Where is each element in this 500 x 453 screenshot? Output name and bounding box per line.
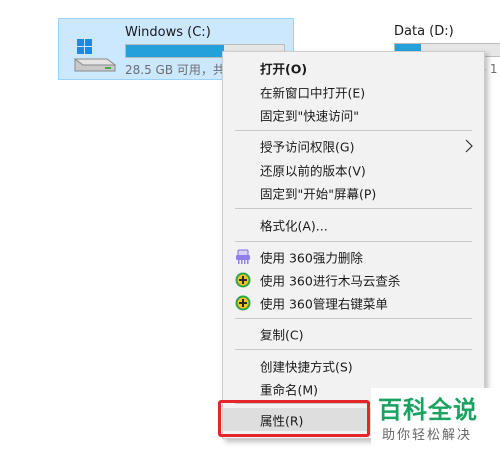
menu-item-open[interactable]: 打开(O): [223, 56, 484, 79]
drive-d-name: Data (D:): [394, 24, 454, 39]
menu-item-open-new-window[interactable]: 在新窗口中打开(E): [223, 80, 484, 103]
360-security-icon: [235, 295, 251, 310]
drive-c-free-space: 28.5 GB 可用，共: [125, 63, 225, 77]
360-security-icon: [235, 272, 251, 287]
menu-item-360-trojan-scan[interactable]: 使用 360进行木马云查杀: [223, 268, 484, 291]
menu-item-grant-access[interactable]: 授予访问权限(G): [223, 134, 484, 157]
watermark-title: 百科全说: [378, 396, 478, 424]
menu-item-label: 复制(C): [260, 327, 304, 342]
watermark: 百科全说 助你轻松解决: [371, 388, 500, 448]
hard-drive-icon: [73, 39, 117, 72]
drive-c-name: Windows (C:): [125, 25, 211, 40]
menu-item-label: 还原以前的版本(V): [260, 163, 366, 178]
menu-item-label: 固定到"快速访问": [260, 108, 359, 123]
menu-item-360-shred[interactable]: 使用 360强力删除: [223, 245, 484, 268]
menu-item-label: 使用 360进行木马云查杀: [260, 273, 401, 288]
properties-highlight-box: [218, 400, 370, 437]
menu-item-label: 在新窗口中打开(E): [260, 85, 366, 100]
menu-separator: [235, 208, 472, 209]
menu-item-pin-quick-access[interactable]: 固定到"快速访问": [223, 103, 484, 126]
menu-separator: [235, 130, 472, 131]
menu-item-create-shortcut[interactable]: 创建快捷方式(S): [223, 354, 484, 377]
menu-item-copy[interactable]: 复制(C): [223, 322, 484, 345]
menu-item-pin-start[interactable]: 固定到"开始"屏幕(P): [223, 181, 484, 204]
menu-item-label: 固定到"开始"屏幕(P): [260, 186, 377, 201]
menu-item-label: 使用 360强力删除: [260, 250, 363, 265]
menu-item-label: 授予访问权限(G): [260, 139, 355, 154]
drive-c-usage-fill: [126, 45, 224, 57]
menu-item-label: 创建快捷方式(S): [260, 359, 353, 374]
menu-item-format[interactable]: 格式化(A)...: [223, 213, 484, 236]
menu-item-restore-versions[interactable]: 还原以前的版本(V): [223, 158, 484, 181]
menu-item-label: 格式化(A)...: [260, 218, 328, 233]
menu-separator: [235, 318, 472, 319]
menu-item-label: 使用 360管理右键菜单: [260, 296, 388, 311]
shredder-icon: [236, 249, 250, 264]
menu-item-360-manage-menu[interactable]: 使用 360管理右键菜单: [223, 291, 484, 314]
menu-separator: [235, 241, 472, 242]
chevron-right-icon: [465, 139, 473, 152]
watermark-subtitle: 助你轻松解决: [382, 428, 473, 443]
menu-item-label: 打开(O): [260, 61, 308, 76]
context-menu: 打开(O) 在新窗口中打开(E) 固定到"快速访问" 授予访问权限(G) 还原以…: [222, 51, 485, 439]
menu-item-label: 重命名(M): [260, 382, 319, 397]
menu-separator: [235, 349, 472, 350]
